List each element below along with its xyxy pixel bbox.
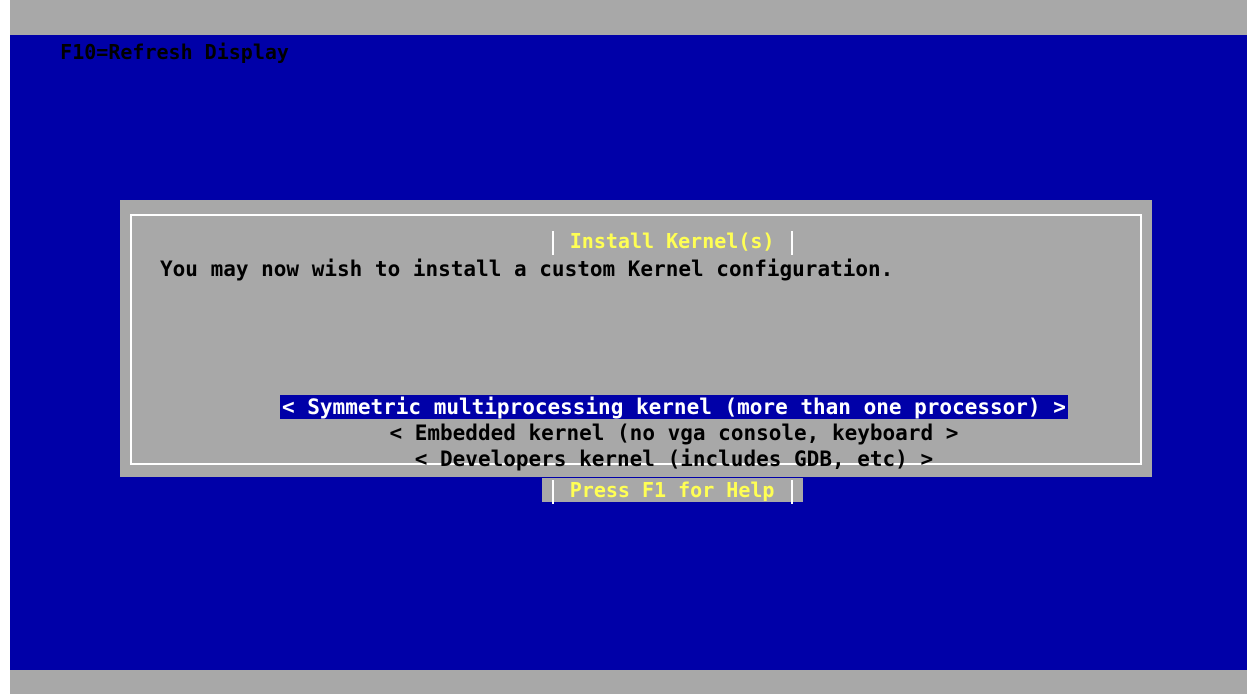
status-bar	[10, 670, 1247, 694]
console-screen: F10=Refresh Display Install Kernel(s) Yo…	[10, 0, 1247, 694]
help-hint: Press F1 for Help	[569, 478, 775, 502]
function-key-bar: F10=Refresh Display	[10, 0, 1247, 64]
dialog-message: You may now wish to install a custom Ker…	[160, 257, 894, 281]
dialog-title: Install Kernel(s)	[569, 229, 775, 253]
install-kernel-dialog: Install Kernel(s) You may now wish to in…	[120, 200, 1152, 504]
refresh-display-hint[interactable]: F10=Refresh Display	[60, 40, 289, 64]
dialog-footer-row: Press F1 for Help	[120, 451, 1152, 530]
